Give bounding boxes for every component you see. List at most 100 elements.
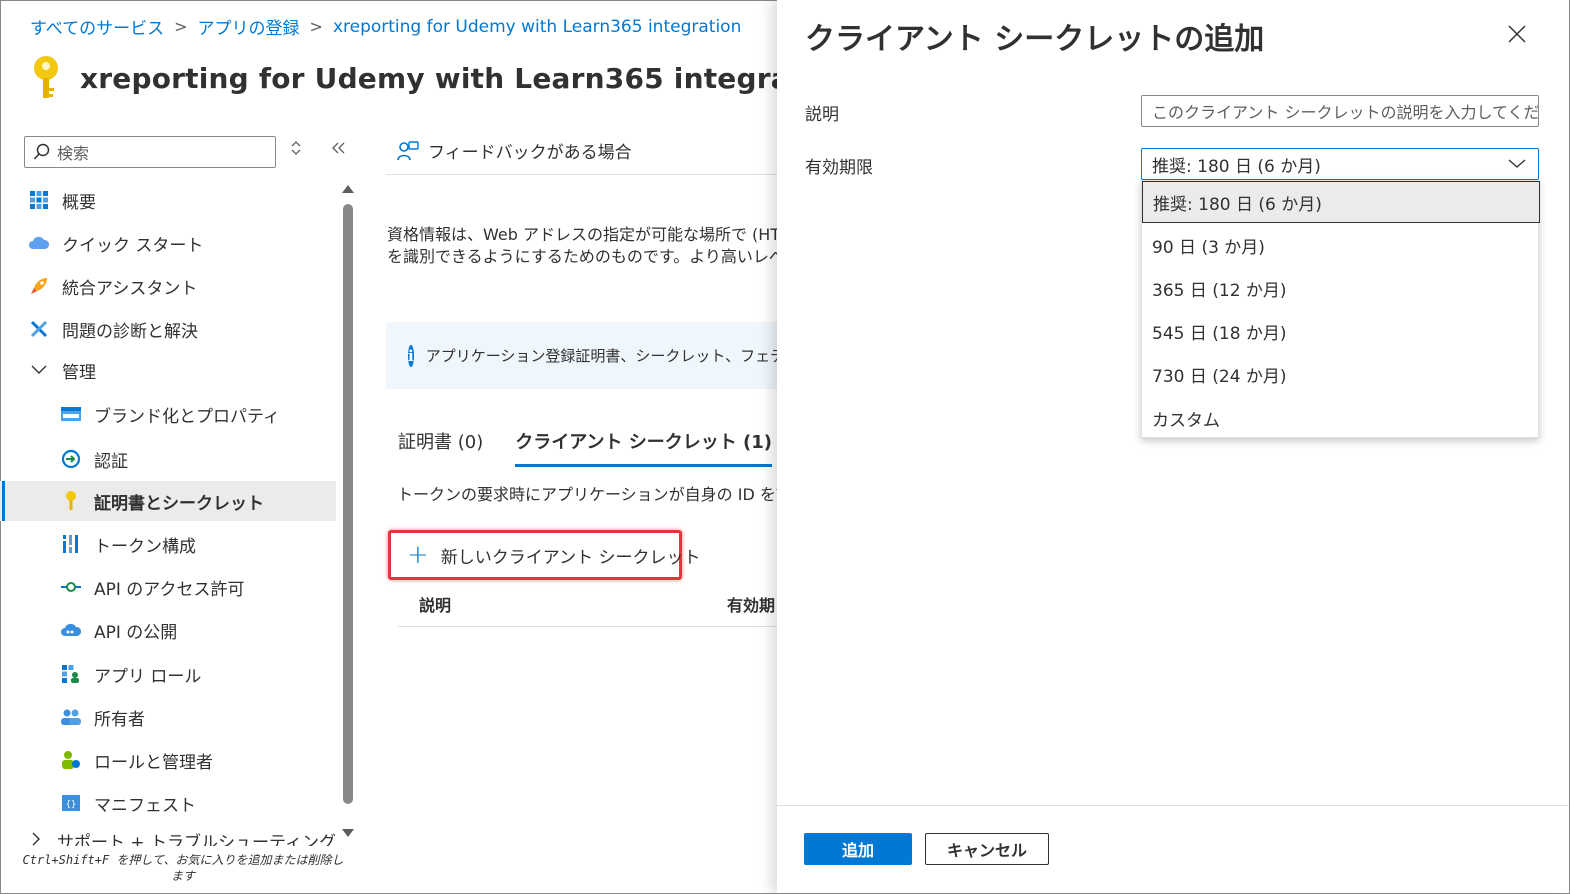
footer-divider	[777, 805, 1569, 806]
svg-text:{}: {}	[66, 800, 77, 810]
sidebar-group-support[interactable]: サポート + トラブルシューティング	[0, 828, 336, 846]
branding-icon	[60, 403, 82, 425]
sidebar-item-certificates-secrets[interactable]: 証明書とシークレット	[0, 481, 336, 521]
tab-certificates[interactable]: 証明書 (0)	[398, 428, 483, 467]
feedback-button[interactable]: フィードバックがある場合	[396, 138, 632, 163]
cloud-quickstart-icon	[28, 232, 50, 254]
sidebar-item-roles-admins[interactable]: ロールと管理者	[0, 740, 336, 780]
app-roles-icon	[60, 663, 82, 685]
expiry-option[interactable]: 推奨: 180 日 (6 か月)	[1142, 181, 1540, 223]
breadcrumb-separator: >	[309, 17, 323, 36]
sidebar-item-diagnose[interactable]: 問題の診断と解決	[0, 309, 336, 349]
sidebar-item-authentication[interactable]: 認証	[0, 439, 336, 479]
feedback-icon	[397, 140, 419, 160]
sidebar-item-app-roles[interactable]: アプリ ロール	[0, 654, 336, 694]
description-field[interactable]: このクライアント シークレットの説明を入力してください	[1141, 95, 1539, 127]
sidebar-item-label: API のアクセス許可	[94, 579, 245, 600]
page-header: xreporting for Udemy with Learn365 integ…	[30, 54, 847, 102]
sidebar-item-label: トークン構成	[94, 536, 196, 557]
sidebar-item-owners[interactable]: 所有者	[0, 697, 336, 737]
breadcrumb-separator: >	[174, 17, 188, 36]
sidebar-item-label: API の公開	[94, 622, 178, 643]
expiry-label: 有効期限	[805, 158, 873, 178]
feedback-label: フィードバックがある場合	[428, 143, 632, 163]
description-line: 資格情報は、Web アドレスの指定が可能な場所で (HT	[387, 225, 779, 244]
sidebar-item-label: 統合アシスタント	[62, 278, 198, 299]
expiry-dropdown-list: 推奨: 180 日 (6 か月) 90 日 (3 か月) 365 日 (12 か…	[1141, 180, 1540, 439]
sidebar-item-expose-api[interactable]: API の公開	[0, 610, 336, 650]
sidebar-item-label: 認証	[94, 451, 128, 472]
new-client-secret-button[interactable]: + 新しいクライアント シークレット	[388, 530, 701, 580]
sidebar-group-manage[interactable]: 管理	[0, 350, 336, 390]
tab-client-secrets[interactable]: クライアント シークレット (1)	[515, 428, 773, 467]
chevron-down-icon	[1508, 159, 1526, 168]
sidebar-item-token-configuration[interactable]: トークン構成	[0, 524, 336, 564]
expiry-option[interactable]: 90 日 (3 か月)	[1142, 224, 1540, 266]
sidebar-item-overview[interactable]: 概要	[0, 180, 336, 220]
sidebar-item-label: 管理	[62, 362, 96, 383]
api-permission-icon	[60, 576, 82, 598]
sort-toggle-icon[interactable]	[290, 140, 302, 160]
tab-description: トークンの要求時にアプリケーションが自身の ID を証明す	[397, 485, 779, 504]
token-bars-icon	[60, 533, 82, 555]
expiry-option[interactable]: 365 日 (12 か月)	[1142, 267, 1540, 309]
search-input[interactable]: 検索	[24, 136, 276, 168]
collapse-sidebar-icon[interactable]	[330, 140, 346, 160]
sidebar-item-label: 所有者	[94, 709, 145, 730]
wrench-icon	[28, 318, 50, 340]
rocket-icon	[28, 275, 50, 297]
expiry-option[interactable]: 730 日 (24 か月)	[1142, 353, 1540, 395]
sidebar-item-label: ロールと管理者	[94, 752, 213, 773]
sidebar-item-label: 問題の診断と解決	[62, 321, 198, 342]
info-icon: i	[408, 344, 414, 367]
scroll-up-icon[interactable]	[341, 182, 355, 194]
close-icon[interactable]	[1505, 22, 1529, 46]
chevron-down-icon	[28, 359, 50, 381]
sidebar-item-label: 証明書とシークレット	[94, 493, 264, 514]
table-divider	[398, 626, 778, 627]
description-line: を識別できるようにするためのものです。より高いレベルで保	[387, 247, 779, 266]
cancel-button[interactable]: キャンセル	[925, 833, 1049, 865]
panel-title: クライアント シークレットの追加	[805, 22, 1265, 57]
owners-icon	[60, 706, 82, 728]
expiry-option[interactable]: 545 日 (18 か月)	[1142, 310, 1540, 352]
column-header-description[interactable]: 説明	[419, 592, 451, 616]
expiry-select[interactable]: 推奨: 180 日 (6 か月)	[1141, 148, 1539, 180]
breadcrumb-app[interactable]: xreporting for Udemy with Learn365 integ…	[333, 17, 741, 37]
search-icon	[33, 143, 50, 160]
new-secret-label: 新しいクライアント シークレット	[440, 547, 701, 568]
add-button[interactable]: 追加	[804, 833, 912, 865]
manifest-icon: {}	[60, 792, 82, 814]
info-text: アプリケーション登録証明書、シークレット、フェデレーシ	[425, 347, 778, 365]
chevron-right-icon	[28, 828, 45, 846]
scroll-thumb[interactable]	[343, 204, 353, 804]
sidebar-item-manifest[interactable]: {} マニフェスト	[0, 783, 336, 823]
breadcrumb: すべてのサービス > アプリの登録 > xreporting for Udemy…	[30, 14, 741, 40]
sidebar-item-quickstart[interactable]: クイック スタート	[0, 223, 336, 263]
key-icon	[60, 490, 82, 512]
sidebar-item-api-permissions[interactable]: API のアクセス許可	[0, 567, 336, 607]
authentication-icon	[60, 448, 82, 470]
roles-admins-icon	[60, 749, 82, 771]
sidebar-item-label: サポート + トラブルシューティング	[56, 833, 336, 846]
overview-grid-icon	[28, 189, 50, 211]
breadcrumb-all-services[interactable]: すべてのサービス	[30, 14, 164, 39]
add-secret-panel: クライアント シークレットの追加 説明 このクライアント シークレットの説明を入…	[777, 0, 1569, 893]
column-header-expires[interactable]: 有効期	[727, 592, 775, 616]
page-title: xreporting for Udemy with Learn365 integ…	[80, 61, 847, 95]
sidebar-scrollbar[interactable]	[341, 182, 355, 842]
expiry-option[interactable]: カスタム	[1142, 397, 1540, 439]
breadcrumb-app-registrations[interactable]: アプリの登録	[198, 14, 300, 39]
sidebar-item-label: アプリ ロール	[94, 666, 202, 687]
scroll-down-icon[interactable]	[341, 828, 355, 840]
cloud-api-icon	[60, 619, 82, 641]
sidebar-item-branding[interactable]: ブランド化とプロパティ	[0, 394, 336, 434]
sidebar-item-integration-assistant[interactable]: 統合アシスタント	[0, 266, 336, 306]
expiry-value: 推奨: 180 日 (6 か月)	[1152, 156, 1321, 177]
credentials-description: 資格情報は、Web アドレスの指定が可能な場所で (HT を識別できるようにする…	[387, 224, 779, 268]
divider	[386, 174, 778, 175]
description-placeholder: このクライアント シークレットの説明を入力してください	[1152, 103, 1539, 122]
info-banner: i アプリケーション登録証明書、シークレット、フェデレーシ	[386, 322, 778, 389]
sidebar-item-label: クイック スタート	[62, 235, 204, 256]
sidebar-item-label: 概要	[62, 192, 96, 213]
